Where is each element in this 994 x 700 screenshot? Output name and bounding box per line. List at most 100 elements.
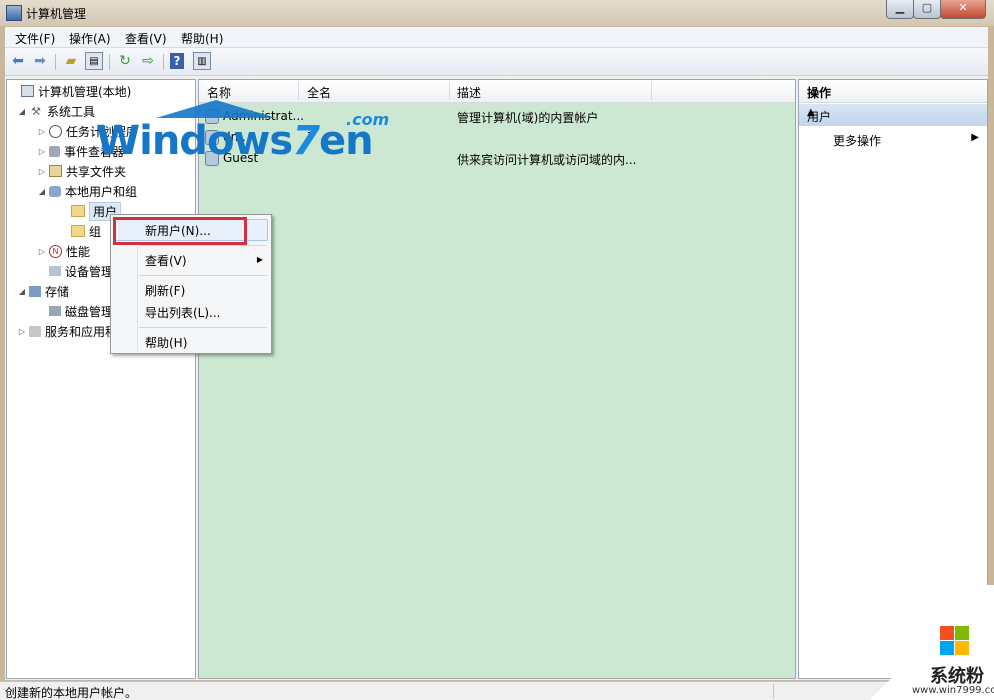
minimize-button[interactable]: ▁ — [886, 0, 914, 19]
back-arrow-icon[interactable]: ⬅ — [9, 52, 27, 70]
tree-item-label: 磁盘管理 — [65, 304, 114, 319]
menu-action[interactable]: 操作(A) — [69, 30, 111, 47]
logo-square — [940, 641, 954, 655]
forward-arrow-icon[interactable]: ➡ — [31, 52, 49, 70]
title-bar: 计算机管理 ▁ ▢ ✕ — [0, 0, 994, 26]
user-description: 供来宾访问计算机或访问域的内... — [457, 153, 637, 167]
disk-icon — [49, 306, 61, 316]
logo-square — [955, 641, 969, 655]
status-bar: 创建新的本地用户帐户。 — [0, 681, 994, 700]
tools-icon: ⚒ — [31, 104, 41, 118]
user-icon — [205, 109, 219, 124]
app-icon — [6, 5, 22, 21]
tree-item-label: 共享文件夹 — [66, 164, 127, 179]
show-hide-action-icon[interactable]: ▥ — [193, 52, 211, 70]
table-row[interactable]: dn... 7 — [199, 127, 795, 147]
status-divider — [773, 684, 774, 699]
tree-item[interactable]: ▷ 任务计划程序 — [37, 122, 138, 140]
menu-help-item[interactable]: 帮助(H) — [145, 334, 187, 351]
collapse-caret-icon[interactable]: ▲ — [807, 107, 979, 118]
export-list-icon[interactable]: ⇨ — [139, 52, 157, 70]
window-title: 计算机管理 — [26, 7, 87, 21]
expand-arrow-icon[interactable]: ◢ — [17, 107, 27, 116]
refresh-icon[interactable]: ↻ — [116, 52, 134, 70]
windows-flag-logo-icon — [940, 626, 970, 656]
tree-item[interactable]: ◢ 存储 — [17, 282, 69, 300]
site-url: www.win7999.com — [912, 685, 994, 696]
tree-item-label: 本地用户和组 — [65, 184, 138, 199]
user-list-pane: 名称 全名 描述 Administrat... 管理计算机(域)的内置帐户 dn… — [198, 79, 796, 679]
client-area: 计算机管理(本地) ◢ ⚒ 系统工具 ▷ 任务计划程序 ▷ 事件查看器 ▷ 共享文件夹 ◢ 本地用户和… — [5, 76, 988, 680]
menu-separator — [139, 245, 267, 246]
submenu-arrow-icon: ▶ — [971, 132, 979, 143]
expand-arrow-icon[interactable]: ▷ — [37, 247, 47, 256]
tree-item-label: 系统工具 — [47, 104, 96, 119]
toolbar-separator — [163, 54, 164, 70]
actions-section-users[interactable]: 用户 ▲ — [799, 104, 987, 126]
menu-view-item[interactable]: 查看(V) — [145, 252, 187, 269]
tree-item-label: 性能 — [66, 244, 91, 259]
tree-item[interactable]: ◢ 本地用户和组 — [37, 182, 137, 200]
column-divider[interactable] — [298, 82, 299, 100]
expand-arrow-icon[interactable]: ▷ — [37, 167, 47, 176]
expand-arrow-icon[interactable]: ▷ — [37, 147, 47, 156]
navigation-tree: 计算机管理(本地) ◢ ⚒ 系统工具 ▷ 任务计划程序 ▷ 事件查看器 ▷ 共享文件夹 ◢ 本地用户和… — [6, 79, 196, 679]
tree-item[interactable]: ◢ ⚒ 系统工具 — [17, 102, 95, 120]
column-name[interactable]: 名称 — [207, 84, 231, 101]
actions-header: 操作 — [799, 80, 987, 103]
menu-file[interactable]: 文件(F) — [15, 30, 55, 47]
computer-management-window: 计算机管理 ▁ ▢ ✕ 文件(F) 操作(A) 查看(V) 帮助(H) ⬅ ➡ … — [0, 0, 994, 700]
column-description[interactable]: 描述 — [457, 84, 481, 101]
actions-title: 操作 — [807, 86, 832, 100]
device-manager-icon — [49, 266, 61, 276]
tree-item[interactable]: 组 — [59, 222, 101, 240]
up-folder-icon[interactable]: ▰ — [62, 52, 80, 70]
menu-separator — [139, 275, 267, 276]
menu-separator — [139, 327, 267, 328]
tree-item-label: 存储 — [45, 284, 70, 299]
more-actions-item[interactable]: 更多操作 — [833, 132, 881, 149]
user-icon — [205, 151, 219, 166]
menu-help[interactable]: 帮助(H) — [181, 30, 223, 47]
menu-bar: 文件(F) 操作(A) 查看(V) 帮助(H) — [5, 27, 988, 48]
table-row[interactable]: Guest 供来宾访问计算机或访问域的内... — [199, 148, 795, 168]
tree-item[interactable]: 磁盘管理 — [37, 302, 113, 320]
close-button[interactable]: ✕ — [940, 0, 986, 19]
logo-square — [940, 626, 954, 640]
user-name: dn... — [223, 130, 250, 144]
expand-arrow-icon[interactable]: ▷ — [17, 327, 27, 336]
performance-icon: N — [49, 244, 62, 258]
tree-item[interactable]: 计算机管理(本地) — [9, 82, 131, 100]
services-icon — [29, 325, 41, 337]
help-icon[interactable]: ? — [170, 53, 184, 69]
table-row[interactable]: Administrat... 管理计算机(域)的内置帐户 — [199, 106, 795, 126]
tree-item[interactable]: ▷ 事件查看器 — [37, 142, 124, 160]
computer-icon — [21, 85, 34, 97]
column-divider[interactable] — [651, 82, 652, 100]
status-text: 创建新的本地用户帐户。 — [5, 686, 138, 700]
submenu-arrow-icon: ▶ — [256, 255, 263, 264]
tree-item-label: 计算机管理(本地) — [38, 84, 132, 99]
tree-item-label: 事件查看器 — [64, 144, 125, 159]
tree-item[interactable]: ▷ 共享文件夹 — [37, 162, 126, 180]
logo-square — [955, 626, 969, 640]
folder-icon — [71, 225, 85, 237]
user-icon — [205, 130, 219, 145]
expand-arrow-icon[interactable]: ◢ — [17, 287, 27, 296]
tree-item[interactable]: ▷ N 性能 — [37, 242, 90, 260]
menu-view[interactable]: 查看(V) — [125, 30, 167, 47]
user-name: Guest — [223, 151, 259, 165]
expand-arrow-icon[interactable]: ◢ — [37, 187, 47, 196]
menu-refresh[interactable]: 刷新(F) — [145, 282, 185, 299]
menu-export-list[interactable]: 导出列表(L)... — [145, 304, 221, 321]
menu-new-user[interactable]: 新用户(N)... — [145, 222, 211, 239]
column-divider[interactable] — [449, 82, 450, 100]
clock-icon — [49, 124, 62, 138]
toolbar: ⬅ ➡ ▰ ▤ ↻ ⇨ ? ▥ — [5, 48, 988, 76]
show-hide-tree-icon[interactable]: ▤ — [85, 52, 103, 70]
column-fullname[interactable]: 全名 — [307, 84, 331, 101]
maximize-button[interactable]: ▢ — [913, 0, 941, 19]
context-menu: 新用户(N)... 查看(V) ▶ 刷新(F) 导出列表(L)... 帮助(H) — [110, 214, 272, 354]
expand-arrow-icon[interactable]: ▷ — [37, 127, 47, 136]
event-viewer-icon — [49, 145, 60, 157]
